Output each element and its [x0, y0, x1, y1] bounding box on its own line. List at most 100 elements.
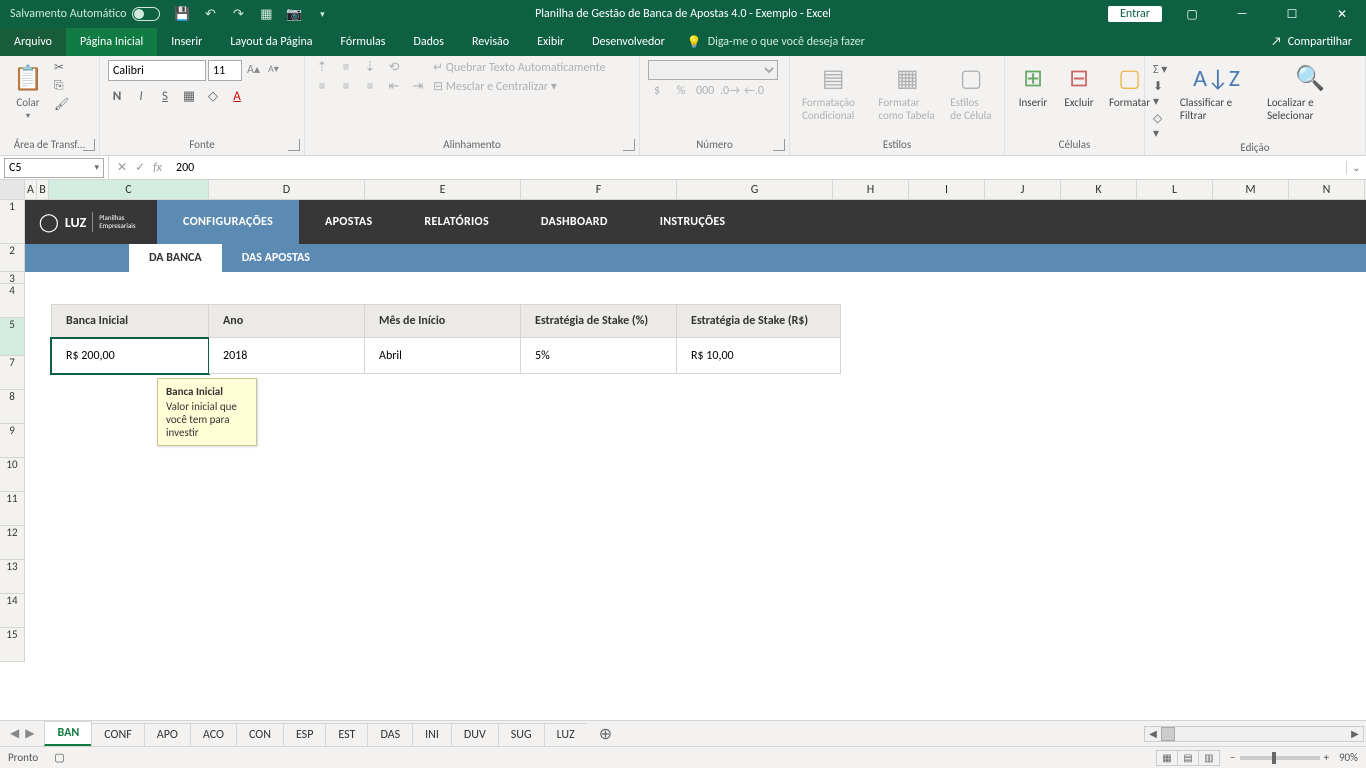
tab-review[interactable]: Revisão [458, 28, 523, 56]
merge-center-button[interactable]: ⊟ Mesclar e Centralizar ▾ [433, 79, 605, 94]
format-as-table-button[interactable]: ▦Formatar como Tabela [874, 60, 940, 124]
col-i[interactable]: I [909, 180, 985, 199]
indent-decrease-icon[interactable]: ⇤ [385, 79, 403, 94]
sheet-prev-icon[interactable]: ◀ [10, 726, 19, 741]
row-8[interactable]: 8 [0, 390, 25, 424]
ribbon-options-icon[interactable]: ▢ [1172, 0, 1212, 28]
sheet-tab-est[interactable]: EST [325, 723, 368, 746]
fill-color-button[interactable]: ◇ [204, 89, 222, 104]
sheet-tab-con[interactable]: CON [236, 723, 284, 746]
close-icon[interactable]: ✕ [1322, 0, 1362, 28]
cell-ano[interactable]: 2018 [209, 338, 365, 374]
save-icon[interactable]: 💾 [174, 6, 190, 22]
col-n[interactable]: N [1289, 180, 1365, 199]
zoom-track[interactable] [1240, 756, 1320, 760]
enter-formula-icon[interactable]: ✓ [135, 160, 145, 175]
decrease-decimal-icon[interactable]: ←.0 [744, 84, 762, 98]
tell-me-search[interactable]: 💡 Diga-me o que você deseja fazer [687, 28, 865, 56]
copy-icon[interactable]: ⎘ [54, 79, 69, 93]
col-e[interactable]: E [365, 180, 521, 199]
row-14[interactable]: 14 [0, 594, 25, 628]
underline-button[interactable]: S [156, 89, 174, 104]
page-layout-view-icon[interactable]: ▤ [1177, 750, 1199, 766]
col-b[interactable]: B [37, 180, 49, 199]
font-size-select[interactable] [208, 60, 242, 81]
decrease-font-icon[interactable]: A▾ [265, 60, 282, 81]
orientation-icon[interactable]: ⟲ [385, 60, 403, 75]
conditional-formatting-button[interactable]: ▤Formatação Condicional [798, 60, 868, 124]
row-11[interactable]: 11 [0, 492, 25, 526]
cell-stake-pct[interactable]: 5% [521, 338, 677, 374]
sheet-tab-sug[interactable]: SUG [498, 723, 545, 746]
cell-mes[interactable]: Abril [365, 338, 521, 374]
row-7[interactable]: 7 [0, 356, 25, 390]
normal-view-icon[interactable]: ▦ [1156, 750, 1178, 766]
zoom-in-icon[interactable]: + [1324, 751, 1329, 764]
font-name-select[interactable] [108, 60, 206, 81]
nav-instrucoes[interactable]: INSTRUÇÕES [634, 200, 752, 244]
number-launcher-icon[interactable] [773, 139, 785, 151]
select-all-button[interactable] [0, 180, 25, 199]
scroll-left-icon[interactable]: ◀ [1145, 727, 1161, 740]
col-g[interactable]: G [677, 180, 833, 199]
zoom-level[interactable]: 90% [1339, 751, 1358, 764]
row-4[interactable]: 4 [0, 284, 25, 318]
page-break-view-icon[interactable]: ▥ [1198, 750, 1220, 766]
align-top-icon[interactable]: ⇡ [313, 60, 331, 75]
format-painter-icon[interactable]: 🖌 [54, 97, 69, 112]
camera-icon[interactable]: 📷 [286, 6, 302, 22]
sheet-next-icon[interactable]: ▶ [25, 726, 34, 741]
cancel-formula-icon[interactable]: ✕ [117, 160, 127, 175]
subtab-da-banca[interactable]: DA BANCA [129, 244, 222, 272]
row-2[interactable]: 2 [0, 244, 25, 272]
row-15[interactable]: 15 [0, 628, 25, 662]
clear-icon[interactable]: ◇ ▾ [1153, 111, 1170, 141]
col-f[interactable]: F [521, 180, 677, 199]
scroll-right-icon[interactable]: ▶ [1347, 727, 1363, 740]
cells-area[interactable]: ◯ LUZ Planilhas Empresariais CONFIGURAÇÕ… [25, 200, 1366, 690]
formula-bar[interactable]: 200 [170, 161, 1346, 175]
sheet-tab-apo[interactable]: APO [144, 723, 191, 746]
number-format-select[interactable] [648, 60, 778, 80]
insert-cells-button[interactable]: ⊞Inserir [1013, 60, 1053, 111]
horizontal-scrollbar[interactable]: ◀ ▶ [1144, 726, 1364, 742]
col-l[interactable]: L [1137, 180, 1213, 199]
col-h[interactable]: H [833, 180, 909, 199]
row-5[interactable]: 5 [0, 318, 25, 356]
macro-record-icon[interactable]: ▢ [54, 751, 64, 764]
nav-apostas[interactable]: APOSTAS [299, 200, 398, 244]
align-bottom-icon[interactable]: ⇣ [361, 60, 379, 75]
wrap-text-button[interactable]: ↵ Quebrar Texto Automaticamente [433, 60, 605, 75]
tab-view[interactable]: Exibir [523, 28, 578, 56]
cell-banca-inicial[interactable]: R$ 200,00 [51, 338, 209, 374]
align-center-icon[interactable]: ≡ [337, 79, 355, 94]
sort-filter-button[interactable]: A↓ZClassificar e Filtrar [1176, 60, 1257, 124]
clipboard-launcher-icon[interactable] [83, 139, 95, 151]
col-c[interactable]: C [49, 180, 209, 199]
zoom-out-icon[interactable]: − [1230, 751, 1235, 764]
col-m[interactable]: M [1213, 180, 1289, 199]
indent-increase-icon[interactable]: ⇥ [409, 79, 427, 94]
find-select-button[interactable]: 🔍Localizar e Selecionar [1263, 60, 1357, 124]
percent-format-icon[interactable]: % [672, 84, 690, 98]
minimize-icon[interactable]: — [1222, 0, 1262, 28]
increase-decimal-icon[interactable]: .0→ [720, 84, 738, 98]
tab-insert[interactable]: Inserir [157, 28, 216, 56]
fill-icon[interactable]: ⬇ ▾ [1153, 79, 1170, 109]
align-right-icon[interactable]: ≡ [361, 79, 379, 94]
comma-format-icon[interactable]: 000 [696, 84, 714, 98]
fx-icon[interactable]: fx [153, 161, 162, 175]
undo-icon[interactable]: ↶ [202, 6, 218, 22]
border-button[interactable]: ▦ [180, 89, 198, 104]
col-a[interactable]: A [25, 180, 37, 199]
maximize-icon[interactable]: ☐ [1272, 0, 1312, 28]
cell-styles-button[interactable]: ▢Estilos de Célula [946, 60, 996, 124]
col-k[interactable]: K [1061, 180, 1137, 199]
tab-layout[interactable]: Layout da Página [216, 28, 326, 56]
tab-formulas[interactable]: Fórmulas [327, 28, 400, 56]
sheet-tab-conf[interactable]: CONF [91, 723, 145, 746]
col-j[interactable]: J [985, 180, 1061, 199]
cell-stake-rs[interactable]: R$ 10,00 [677, 338, 841, 374]
align-middle-icon[interactable]: ≡ [337, 60, 355, 75]
worksheet-grid[interactable]: A B C D E F G H I J K L M N 1 2 3 4 5 7 … [0, 180, 1366, 690]
